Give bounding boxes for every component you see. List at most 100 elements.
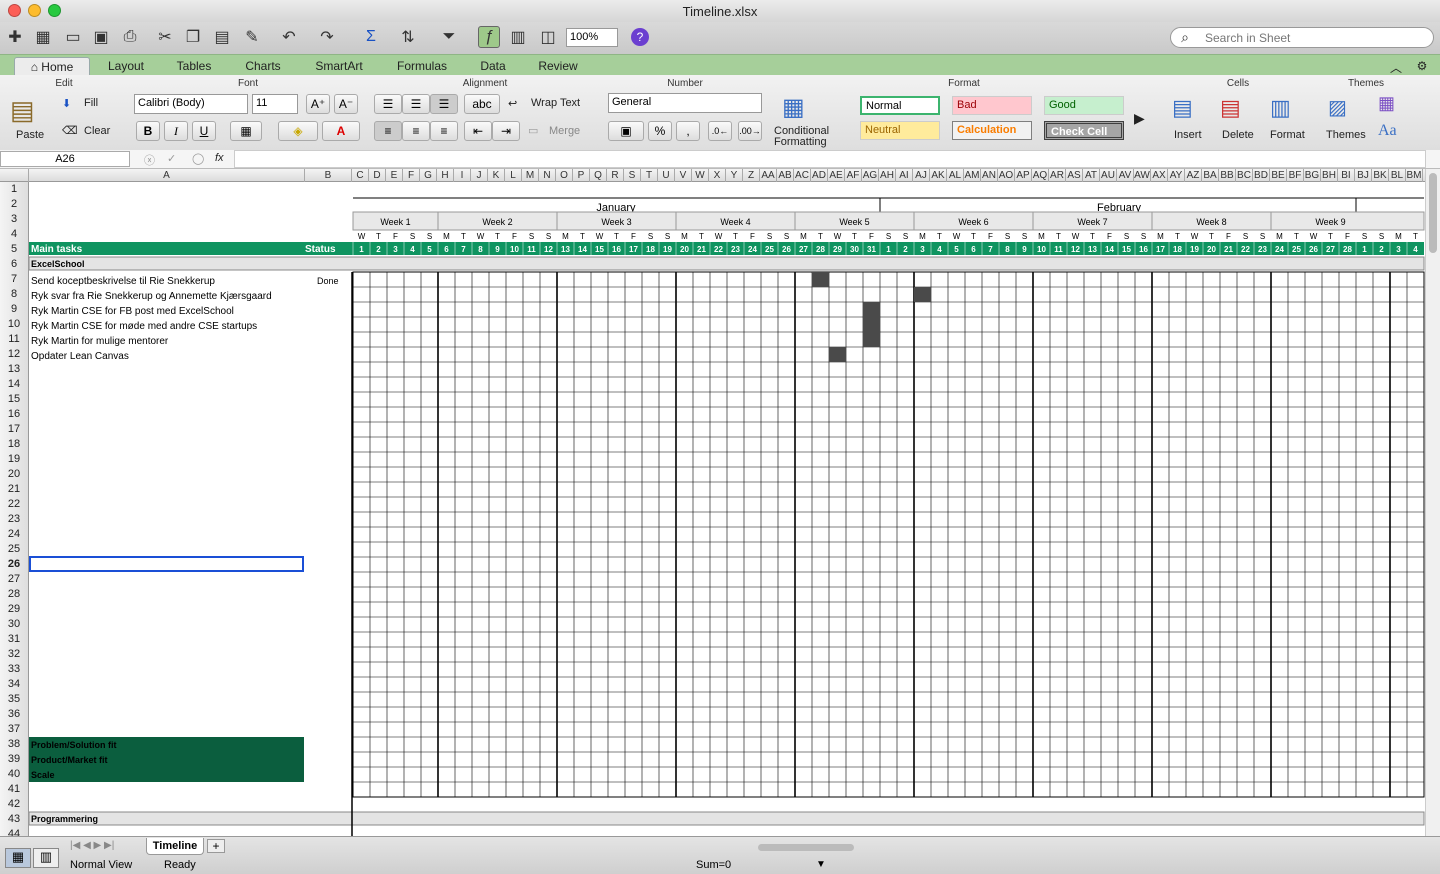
wrap-text-button[interactable]: Wrap Text [531, 97, 580, 109]
column-header[interactable] [0, 169, 29, 182]
format-button[interactable]: Format [1270, 129, 1305, 141]
column-header[interactable]: T [641, 169, 658, 182]
column-header[interactable]: BI [1338, 169, 1355, 182]
tab-smartart[interactable]: SmartArt [304, 57, 374, 76]
column-header[interactable]: AA [760, 169, 777, 182]
column-header[interactable]: BK [1372, 169, 1389, 182]
underline-button[interactable]: U [192, 121, 216, 141]
column-header[interactable]: AO [998, 169, 1015, 182]
normal-view-icon[interactable]: ▦ [5, 848, 31, 868]
column-header[interactable]: AS [1066, 169, 1083, 182]
align-left-icon[interactable]: ≡ [374, 121, 402, 141]
cut-icon[interactable]: ✂ [154, 26, 176, 48]
row-header[interactable]: 33 [0, 663, 28, 678]
row-header[interactable]: 11 [0, 333, 28, 348]
column-header[interactable]: AD [811, 169, 828, 182]
column-header[interactable]: AJ [913, 169, 930, 182]
column-header[interactable]: AF [845, 169, 862, 182]
row-header[interactable]: 38 [0, 738, 28, 753]
column-header[interactable]: AN [981, 169, 998, 182]
merge-button[interactable]: Merge [549, 125, 580, 137]
add-sheet-button[interactable]: + [207, 839, 225, 853]
theme-colors-icon[interactable]: ▦ [1378, 93, 1395, 114]
column-header[interactable]: B [305, 169, 352, 182]
column-header[interactable]: BM [1406, 169, 1423, 182]
function-icon[interactable]: ◯ [192, 152, 204, 165]
paste-button[interactable]: Paste [16, 129, 44, 141]
row-header[interactable]: 35 [0, 693, 28, 708]
format-painter-icon[interactable]: ✎ [241, 26, 263, 48]
column-header[interactable]: F [403, 169, 420, 182]
style-normal[interactable]: Normal [860, 96, 940, 115]
column-header[interactable]: BJ [1355, 169, 1372, 182]
gallery-icon[interactable]: ▥ [507, 26, 529, 48]
row-header[interactable]: 28 [0, 588, 28, 603]
search-input[interactable]: Search in Sheet [1170, 27, 1434, 48]
undo-icon[interactable]: ↶ [278, 26, 300, 48]
row-header[interactable]: 20 [0, 468, 28, 483]
column-header[interactable]: K [488, 169, 505, 182]
filter-icon[interactable]: ⏷ [438, 26, 460, 48]
column-header[interactable]: BE [1270, 169, 1287, 182]
align-bottom-icon[interactable]: ☰ [430, 94, 458, 114]
row-header[interactable]: 4 [0, 228, 28, 243]
row-header[interactable]: 27 [0, 573, 28, 588]
row-header[interactable]: 10 [0, 318, 28, 333]
column-header[interactable]: AB [777, 169, 794, 182]
column-header[interactable]: BD [1253, 169, 1270, 182]
row-header[interactable]: 16 [0, 408, 28, 423]
column-header[interactable]: AX [1151, 169, 1168, 182]
toolbox-icon[interactable]: ◫ [537, 26, 559, 48]
sum-indicator[interactable]: Sum=0 [696, 859, 731, 871]
print-icon[interactable]: ⎙ [119, 26, 141, 48]
tab-formulas[interactable]: Formulas [386, 57, 458, 76]
row-header[interactable]: 18 [0, 438, 28, 453]
decrease-font-icon[interactable]: A⁻ [334, 94, 358, 114]
save-icon[interactable]: ▣ [90, 26, 112, 48]
templates-icon[interactable]: ▦ [32, 26, 54, 48]
row-header[interactable]: 21 [0, 483, 28, 498]
column-header[interactable]: X [709, 169, 726, 182]
theme-fonts-button[interactable]: Aa [1378, 122, 1397, 140]
themes-icon[interactable]: ▨ [1328, 95, 1347, 120]
column-header[interactable]: AK [930, 169, 947, 182]
align-center-icon[interactable]: ≡ [402, 121, 430, 141]
chevron-down-icon[interactable]: ▼ [816, 859, 826, 870]
row-header[interactable]: 13 [0, 363, 28, 378]
row-header[interactable]: 14 [0, 378, 28, 393]
row-header[interactable]: 9 [0, 303, 28, 318]
row-header[interactable]: 32 [0, 648, 28, 663]
column-header[interactable]: AY [1168, 169, 1185, 182]
column-header[interactable]: BG [1304, 169, 1321, 182]
tab-home[interactable]: ⌂ Home [14, 57, 90, 76]
sort-icon[interactable]: ⇅ [397, 26, 419, 48]
row-header[interactable]: 12 [0, 348, 28, 363]
align-middle-icon[interactable]: ☰ [402, 94, 430, 114]
column-header[interactable]: U [658, 169, 675, 182]
row-header[interactable]: 24 [0, 528, 28, 543]
column-header[interactable]: AC [794, 169, 811, 182]
help-icon[interactable]: ? [631, 28, 649, 46]
row-header[interactable]: 15 [0, 393, 28, 408]
column-header[interactable]: E [386, 169, 403, 182]
column-header[interactable]: AT [1083, 169, 1100, 182]
column-header[interactable]: BH [1321, 169, 1338, 182]
copy-icon[interactable]: ❐ [182, 26, 204, 48]
column-header[interactable]: P [573, 169, 590, 182]
paste-icon[interactable]: ▤ [211, 26, 233, 48]
row-header[interactable]: 29 [0, 603, 28, 618]
zoom-select[interactable]: 100% [566, 28, 618, 47]
collapse-ribbon-icon[interactable]: ︿ [1388, 57, 1404, 76]
column-header[interactable]: AZ [1185, 169, 1202, 182]
row-header[interactable]: 19 [0, 453, 28, 468]
style-bad[interactable]: Bad [952, 96, 1032, 115]
row-header[interactable]: 31 [0, 633, 28, 648]
font-size-select[interactable]: 11 [252, 94, 298, 114]
worksheet-grid[interactable]: January February Week 1 Week 2 Week 3 Week 4W… [29, 182, 1425, 836]
clear-icon[interactable]: ⌫ [62, 124, 78, 137]
styles-next-icon[interactable]: ▶ [1134, 110, 1145, 127]
align-right-icon[interactable]: ≡ [430, 121, 458, 141]
decrease-decimal-icon[interactable]: .00→ [738, 121, 762, 141]
column-header[interactable]: AL [947, 169, 964, 182]
fill-color-icon[interactable]: ◈ [278, 121, 318, 141]
